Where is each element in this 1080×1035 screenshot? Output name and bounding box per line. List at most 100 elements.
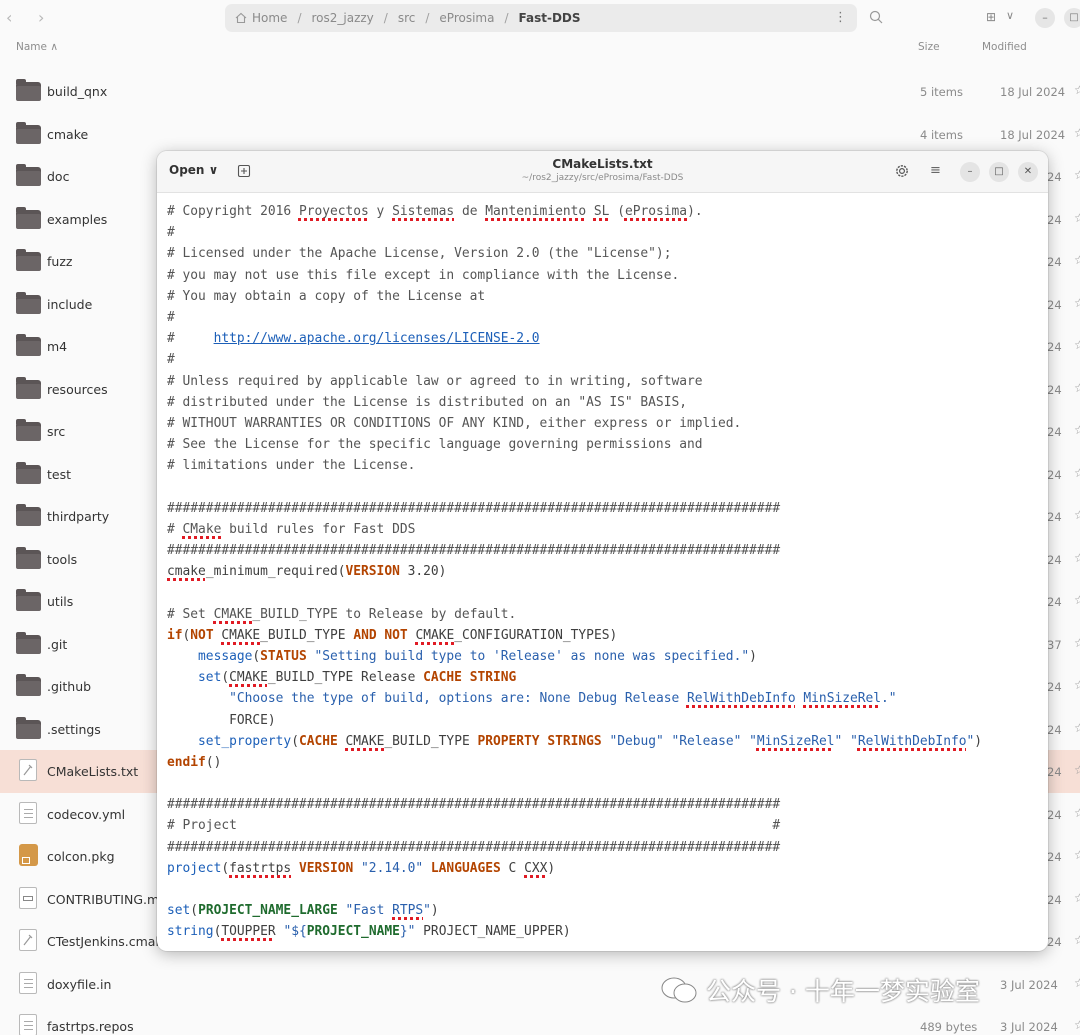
star-icon[interactable]: ☆: [1074, 721, 1080, 735]
file-name: .github: [47, 679, 92, 694]
chevron-down-icon[interactable]: ∨: [1006, 9, 1014, 22]
breadcrumb-fast-dds[interactable]: Fast-DDS: [519, 11, 581, 25]
star-icon[interactable]: ☆: [1074, 381, 1080, 395]
file-modified: 24: [1047, 510, 1062, 524]
file-modified: 18 Jul 2024: [1000, 127, 1066, 142]
file-name: colcon.pkg: [47, 849, 115, 864]
column-header-name[interactable]: Name ∧: [16, 41, 58, 53]
spellcheck-mark: MinSizeRel: [756, 733, 835, 749]
star-icon[interactable]: ☆: [1074, 168, 1080, 182]
star-icon[interactable]: ☆: [1074, 126, 1080, 140]
star-icon[interactable]: ☆: [1074, 636, 1080, 650]
file-name: include: [47, 296, 93, 312]
star-icon[interactable]: ☆: [1074, 763, 1080, 777]
spellcheck-mark: fastrtps: [229, 860, 292, 876]
file-modified: 37: [1047, 637, 1062, 652]
spellcheck-mark: Mantenimiento: [485, 204, 587, 219]
minimize-icon[interactable]: –: [1035, 8, 1055, 28]
star-icon[interactable]: ☆: [1074, 253, 1080, 267]
spellcheck-mark: CMAKE: [415, 627, 455, 643]
file-name: test: [47, 466, 72, 482]
hamburger-menu-icon[interactable]: ≡: [930, 163, 941, 178]
column-header-size[interactable]: Size: [918, 41, 940, 53]
breadcrumb-separator: /: [504, 11, 509, 25]
maximize-icon[interactable]: □: [1064, 8, 1080, 28]
spellcheck-mark: CMAKE: [213, 606, 253, 622]
file-modified: 3 Jul 2024: [1000, 977, 1058, 992]
file-modified: 24: [1047, 552, 1062, 567]
code-line: cmake_minimum_required(VERSION 3.20): [167, 564, 447, 580]
grid-view-icon[interactable]: ⊞: [986, 10, 996, 24]
code-line: # Copyright 2016 Proyectos y Sistemas de…: [167, 204, 703, 219]
folder-icon: [16, 674, 41, 696]
settings-icon[interactable]: [894, 163, 910, 179]
file-modified: 24: [1047, 850, 1062, 864]
forward-arrow-icon[interactable]: ›: [38, 8, 44, 27]
file-modified: 24: [1047, 680, 1062, 694]
code-line: # Unless required by applicable law or a…: [167, 373, 703, 389]
star-icon[interactable]: ☆: [1074, 83, 1080, 97]
folder-icon: [16, 461, 41, 484]
code-line: # you may not use this file except in co…: [167, 267, 680, 283]
script-file-icon: [16, 929, 41, 951]
code-line: "Choose the type of build, options are: …: [229, 691, 897, 707]
file-name: codecov.yml: [47, 806, 126, 822]
file-name: doc: [47, 169, 70, 184]
editor-title: CMakeLists.txt: [552, 157, 653, 171]
folder-row[interactable]: cmake 4 items 18 Jul 2024 ☆: [0, 113, 1080, 156]
maximize-icon[interactable]: □: [989, 162, 1009, 182]
star-icon[interactable]: ☆: [1074, 1018, 1080, 1032]
star-icon[interactable]: ☆: [1074, 296, 1080, 310]
breadcrumb-eprosima[interactable]: eProsima: [439, 11, 494, 25]
spellcheck-mark: Sistemas: [392, 204, 455, 219]
code-line: set(PROJECT_NAME_LARGE "Fast RTPS"): [167, 903, 439, 919]
star-icon[interactable]: ☆: [1074, 976, 1080, 990]
star-icon[interactable]: ☆: [1074, 848, 1080, 862]
breadcrumb-home[interactable]: Home: [252, 11, 287, 25]
star-icon[interactable]: ☆: [1074, 466, 1080, 480]
spellcheck-mark: CXX: [524, 860, 548, 876]
code-line: # Set CMAKE_BUILD_TYPE to Release by def…: [167, 606, 517, 622]
search-icon[interactable]: [868, 9, 884, 25]
star-icon[interactable]: ☆: [1074, 551, 1080, 565]
breadcrumb-src[interactable]: src: [398, 11, 416, 25]
folder-icon: [16, 419, 41, 441]
star-icon[interactable]: ☆: [1074, 211, 1080, 225]
star-icon[interactable]: ☆: [1074, 891, 1080, 905]
breadcrumb-ros2-jazzy[interactable]: ros2_jazzy: [311, 11, 373, 25]
code-line: ########################################…: [167, 500, 781, 516]
folder-icon: [16, 334, 41, 356]
path-menu-icon[interactable]: ⋮: [834, 10, 847, 25]
close-icon[interactable]: ✕: [1018, 162, 1038, 182]
breadcrumb-separator: /: [425, 11, 430, 25]
markdown-file-icon: [16, 886, 41, 909]
star-icon[interactable]: ☆: [1074, 678, 1080, 692]
back-arrow-icon[interactable]: ‹: [6, 8, 12, 27]
code-editor[interactable]: # Copyright 2016 Proyectos y Sistemas de…: [167, 201, 982, 943]
license-link[interactable]: http://www.apache.org/licenses/LICENSE-2…: [214, 331, 540, 346]
spellcheck-mark: RTPS: [392, 903, 424, 919]
file-row[interactable]: fastrtps.repos 489 bytes 3 Jul 2024 ☆: [0, 1005, 1080, 1035]
column-header-modified[interactable]: Modified: [982, 41, 1027, 53]
code-line: FORCE): [167, 712, 276, 728]
spellcheck-mark: eProsima: [624, 204, 688, 219]
minimize-icon[interactable]: –: [960, 162, 980, 182]
star-icon[interactable]: ☆: [1074, 933, 1080, 947]
star-icon[interactable]: ☆: [1074, 423, 1080, 437]
star-icon[interactable]: ☆: [1074, 338, 1080, 352]
star-icon[interactable]: ☆: [1074, 508, 1080, 522]
folder-row[interactable]: build_qnx 5 items 18 Jul 2024 ☆: [0, 70, 1080, 113]
spellcheck-mark: CMAKE: [229, 670, 268, 686]
file-name: src: [47, 424, 66, 439]
file-name: examples: [47, 211, 108, 227]
code-line: # See the License for the specific langu…: [167, 437, 703, 453]
watermark-text: 公众号 · 十年一梦实验室: [706, 977, 980, 1006]
file-modified: 3 Jul 2024: [1000, 1020, 1058, 1034]
file-manager-header: ‹ › Home / ros2_jazzy / src / eProsima /…: [0, 0, 1080, 36]
star-icon[interactable]: ☆: [1074, 593, 1080, 607]
code-line: project(fastrtps VERSION "2.14.0" LANGUA…: [167, 860, 556, 876]
star-icon[interactable]: ☆: [1074, 806, 1080, 820]
code-line: #: [167, 309, 175, 325]
